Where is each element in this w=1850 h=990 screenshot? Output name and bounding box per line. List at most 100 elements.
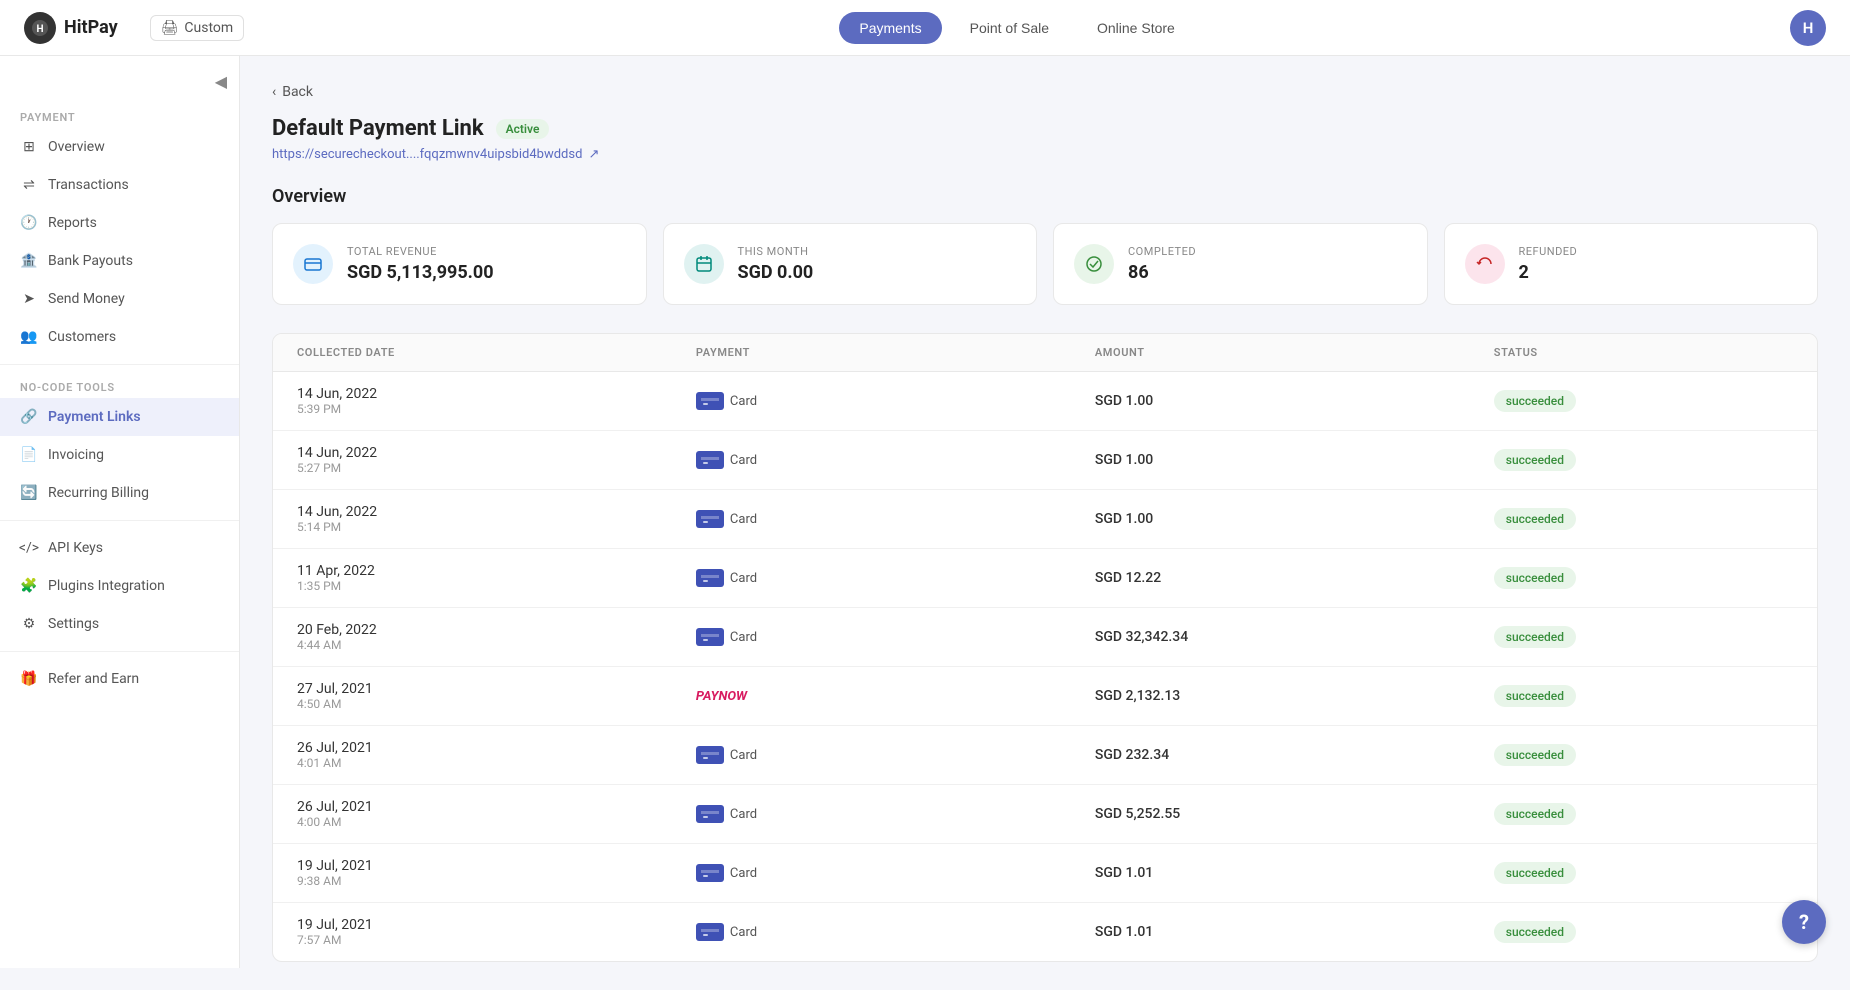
sidebar-item-bank-payouts[interactable]: 🏦 Bank Payouts <box>0 242 239 280</box>
sidebar-item-settings[interactable]: ⚙ Settings <box>0 605 239 643</box>
url-text: https://securecheckout....fqqzmwnv4uipsb… <box>272 147 582 162</box>
card-payment: Card <box>696 392 757 410</box>
col-status: STATUS <box>1494 346 1793 359</box>
cell-payment: Card <box>696 451 1095 469</box>
status-badge-succeeded: succeeded <box>1494 921 1576 943</box>
status-badge-succeeded: succeeded <box>1494 862 1576 884</box>
card-icon-symbol <box>696 451 724 469</box>
transactions-table: COLLECTED DATE PAYMENT AMOUNT STATUS 14 … <box>272 333 1818 962</box>
sidebar-label-reports: Reports <box>48 215 97 231</box>
stat-refunded: REFUNDED 2 <box>1444 223 1819 305</box>
sidebar-label-settings: Settings <box>48 616 99 632</box>
logo[interactable]: H HitPay <box>24 12 118 44</box>
cell-status: succeeded <box>1494 449 1793 471</box>
sidebar-item-api-keys[interactable]: </> API Keys <box>0 529 239 567</box>
page-title: Default Payment Link <box>272 116 484 141</box>
sidebar-label-api-keys: API Keys <box>48 540 103 556</box>
card-icon-symbol <box>696 805 724 823</box>
sidebar-section-payment: PAYMENT <box>0 103 239 128</box>
cell-status: succeeded <box>1494 685 1793 707</box>
nav-pos[interactable]: Point of Sale <box>950 12 1069 44</box>
table-row[interactable]: 26 Jul, 2021 4:01 AM Card SGD 232.34 suc… <box>273 726 1817 785</box>
total-revenue-icon <box>293 244 333 284</box>
page-url[interactable]: https://securecheckout....fqqzmwnv4uipsb… <box>272 147 1818 162</box>
back-chevron-icon: ‹ <box>272 84 276 100</box>
sidebar-label-refer-earn: Refer and Earn <box>48 671 139 687</box>
sidebar-label-plugins: Plugins Integration <box>48 578 165 594</box>
sidebar-label-recurring-billing: Recurring Billing <box>48 485 149 501</box>
table-row[interactable]: 19 Jul, 2021 9:38 AM Card SGD 1.01 succe… <box>273 844 1817 903</box>
sidebar-item-reports[interactable]: 🕐 Reports <box>0 204 239 242</box>
custom-button[interactable]: 🖨 Custom <box>150 15 245 41</box>
sidebar-collapse-button[interactable]: ◀ <box>0 72 239 103</box>
cell-status: succeeded <box>1494 862 1793 884</box>
status-badge-succeeded: succeeded <box>1494 626 1576 648</box>
card-payment: Card <box>696 805 757 823</box>
sidebar-item-refer-earn[interactable]: 🎁 Refer and Earn <box>0 660 239 698</box>
sidebar-label-bank-payouts: Bank Payouts <box>48 253 133 269</box>
sidebar-item-customers[interactable]: 👥 Customers <box>0 318 239 356</box>
sidebar-label-customers: Customers <box>48 329 116 345</box>
date-primary: 26 Jul, 2021 <box>297 799 696 815</box>
cell-status: succeeded <box>1494 508 1793 530</box>
cell-status: succeeded <box>1494 626 1793 648</box>
date-primary: 20 Feb, 2022 <box>297 622 696 638</box>
custom-icon: 🖨 <box>161 20 179 36</box>
topnav: H HitPay 🖨 Custom Payments Point of Sale… <box>0 0 1850 56</box>
date-primary: 11 Apr, 2022 <box>297 563 696 579</box>
help-button[interactable]: ? <box>1782 900 1826 944</box>
nav-online-store[interactable]: Online Store <box>1077 12 1195 44</box>
stat-content-total-revenue: TOTAL REVENUE SGD 5,113,995.00 <box>347 245 494 283</box>
sidebar-item-invoicing[interactable]: 📄 Invoicing <box>0 436 239 474</box>
cell-date: 14 Jun, 2022 5:14 PM <box>297 504 696 534</box>
cell-amount: SGD 2,132.13 <box>1095 688 1494 704</box>
date-primary: 14 Jun, 2022 <box>297 504 696 520</box>
stat-value-this-month: SGD 0.00 <box>738 262 814 283</box>
sidebar-item-send-money[interactable]: ➤ Send Money <box>0 280 239 318</box>
back-link[interactable]: ‹ Back <box>272 84 1818 100</box>
sidebar-item-payment-links[interactable]: 🔗 Payment Links <box>0 398 239 436</box>
sidebar-item-overview[interactable]: ⊞ Overview <box>0 128 239 166</box>
card-payment: Card <box>696 628 757 646</box>
cell-payment: Card <box>696 864 1095 882</box>
status-badge: Active <box>496 119 550 139</box>
date-time: 4:01 AM <box>297 756 696 770</box>
sidebar-item-plugins[interactable]: 🧩 Plugins Integration <box>0 567 239 605</box>
table-row[interactable]: 14 Jun, 2022 5:27 PM Card SGD 1.00 succe… <box>273 431 1817 490</box>
date-primary: 14 Jun, 2022 <box>297 445 696 461</box>
cell-status: succeeded <box>1494 744 1793 766</box>
table-row[interactable]: 14 Jun, 2022 5:39 PM Card SGD 1.00 succe… <box>273 372 1817 431</box>
cell-date: 26 Jul, 2021 4:00 AM <box>297 799 696 829</box>
layout: ◀ PAYMENT ⊞ Overview ⇌ Transactions 🕐 Re… <box>0 56 1850 990</box>
date-time: 4:44 AM <box>297 638 696 652</box>
sidebar-item-recurring-billing[interactable]: 🔄 Recurring Billing <box>0 474 239 512</box>
bank-icon: 🏦 <box>20 252 38 270</box>
table-row[interactable]: 26 Jul, 2021 4:00 AM Card SGD 5,252.55 s… <box>273 785 1817 844</box>
completed-icon <box>1074 244 1114 284</box>
nav-payments[interactable]: Payments <box>839 12 941 44</box>
avatar[interactable]: H <box>1790 10 1826 46</box>
main-content: ‹ Back Default Payment Link Active https… <box>240 56 1850 990</box>
sidebar-label-overview: Overview <box>48 139 105 155</box>
table-row[interactable]: 19 Jul, 2021 7:57 AM Card SGD 1.01 succe… <box>273 903 1817 961</box>
stat-label-total-revenue: TOTAL REVENUE <box>347 245 494 258</box>
stat-completed: COMPLETED 86 <box>1053 223 1428 305</box>
stat-label-refunded: REFUNDED <box>1519 245 1578 258</box>
gear-icon: ⚙ <box>20 615 38 633</box>
logo-icon: H <box>24 12 56 44</box>
status-badge-succeeded: succeeded <box>1494 685 1576 707</box>
sidebar-item-transactions[interactable]: ⇌ Transactions <box>0 166 239 204</box>
table-row[interactable]: 27 Jul, 2021 4:50 AM PAYNOW SGD 2,132.13… <box>273 667 1817 726</box>
stat-value-refunded: 2 <box>1519 262 1578 283</box>
table-row[interactable]: 20 Feb, 2022 4:44 AM Card SGD 32,342.34 … <box>273 608 1817 667</box>
cell-date: 27 Jul, 2021 4:50 AM <box>297 681 696 711</box>
date-primary: 19 Jul, 2021 <box>297 917 696 933</box>
table-row[interactable]: 11 Apr, 2022 1:35 PM Card SGD 12.22 succ… <box>273 549 1817 608</box>
sidebar-label-invoicing: Invoicing <box>48 447 104 463</box>
table-row[interactable]: 14 Jun, 2022 5:14 PM Card SGD 1.00 succe… <box>273 490 1817 549</box>
cell-payment: PAYNOW <box>696 689 1095 704</box>
repeat-icon: 🔄 <box>20 484 38 502</box>
cell-amount: SGD 5,252.55 <box>1095 806 1494 822</box>
custom-label: Custom <box>184 20 233 36</box>
payment-label: Card <box>730 866 757 881</box>
